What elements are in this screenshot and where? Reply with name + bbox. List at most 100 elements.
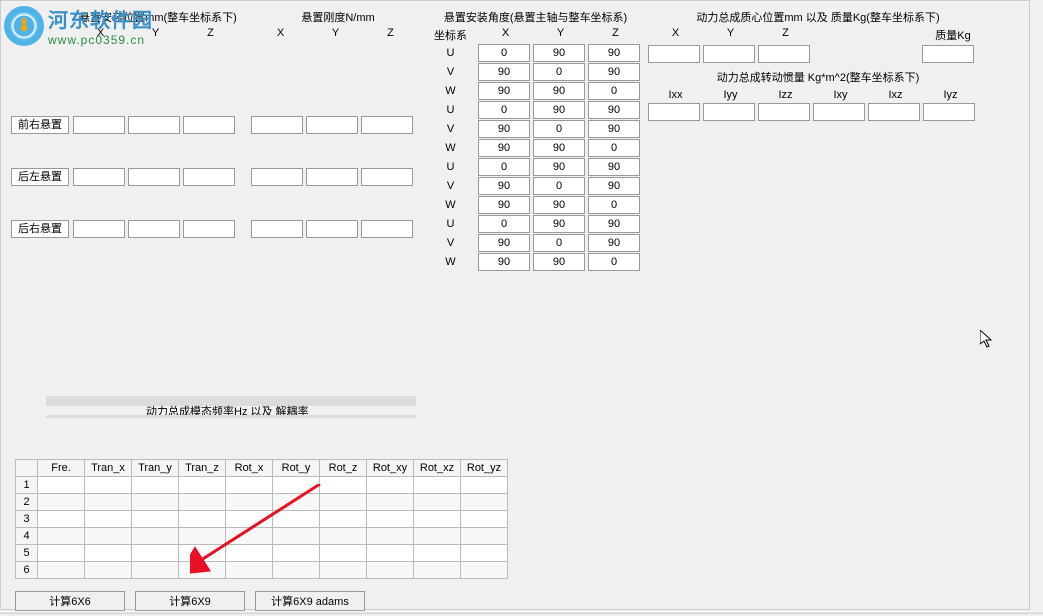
cell[interactable] xyxy=(226,545,273,562)
cell[interactable] xyxy=(38,562,85,579)
uvw-9-2[interactable] xyxy=(588,215,640,233)
cell[interactable] xyxy=(132,494,179,511)
mount-2-pos-x[interactable] xyxy=(73,168,125,186)
uvw-4-0[interactable] xyxy=(478,120,530,138)
cell[interactable] xyxy=(414,511,461,528)
mass-val[interactable] xyxy=(922,45,974,63)
cell[interactable] xyxy=(461,477,508,494)
uvw-5-1[interactable] xyxy=(533,139,585,157)
cell[interactable] xyxy=(320,562,367,579)
cell[interactable] xyxy=(226,494,273,511)
cell[interactable] xyxy=(179,511,226,528)
uvw-3-0[interactable] xyxy=(478,101,530,119)
uvw-8-1[interactable] xyxy=(533,196,585,214)
uvw-1-2[interactable] xyxy=(588,63,640,81)
cell[interactable] xyxy=(226,528,273,545)
mount-2-pos-y[interactable] xyxy=(128,168,180,186)
calc-6x6-button[interactable]: 计算6X6 xyxy=(15,591,125,611)
cell[interactable] xyxy=(38,545,85,562)
mount-1-stf-x[interactable] xyxy=(251,116,303,134)
cell[interactable] xyxy=(461,545,508,562)
cell[interactable] xyxy=(273,494,320,511)
cell[interactable] xyxy=(85,562,132,579)
uvw-6-2[interactable] xyxy=(588,158,640,176)
mount-1-stf-z[interactable] xyxy=(361,116,413,134)
uvw-10-2[interactable] xyxy=(588,234,640,252)
cell[interactable] xyxy=(38,528,85,545)
uvw-8-2[interactable] xyxy=(588,196,640,214)
ixz[interactable] xyxy=(868,103,920,121)
cell[interactable] xyxy=(132,511,179,528)
mount-2-pos-z[interactable] xyxy=(183,168,235,186)
cell[interactable] xyxy=(367,545,414,562)
cell[interactable] xyxy=(273,545,320,562)
cell[interactable] xyxy=(38,477,85,494)
cell[interactable] xyxy=(226,562,273,579)
cell[interactable] xyxy=(414,545,461,562)
uvw-2-0[interactable] xyxy=(478,82,530,100)
col-tran_y[interactable]: Tran_y xyxy=(132,460,179,477)
cell[interactable] xyxy=(179,494,226,511)
uvw-9-1[interactable] xyxy=(533,215,585,233)
uvw-0-0[interactable] xyxy=(478,44,530,62)
cell[interactable] xyxy=(85,545,132,562)
uvw-7-0[interactable] xyxy=(478,177,530,195)
uvw-0-1[interactable] xyxy=(533,44,585,62)
cell[interactable] xyxy=(273,528,320,545)
ixy[interactable] xyxy=(813,103,865,121)
cell[interactable] xyxy=(367,477,414,494)
cell[interactable] xyxy=(38,511,85,528)
cell[interactable] xyxy=(320,477,367,494)
cell[interactable] xyxy=(367,562,414,579)
uvw-10-1[interactable] xyxy=(533,234,585,252)
uvw-0-2[interactable] xyxy=(588,44,640,62)
uvw-11-0[interactable] xyxy=(478,253,530,271)
uvw-7-1[interactable] xyxy=(533,177,585,195)
uvw-7-2[interactable] xyxy=(588,177,640,195)
uvw-11-1[interactable] xyxy=(533,253,585,271)
cell[interactable] xyxy=(414,494,461,511)
mount-1-stf-y[interactable] xyxy=(306,116,358,134)
table-row[interactable]: 4 xyxy=(16,528,508,545)
cell[interactable] xyxy=(226,477,273,494)
cell[interactable] xyxy=(179,477,226,494)
cell[interactable] xyxy=(179,528,226,545)
uvw-8-0[interactable] xyxy=(478,196,530,214)
cg-x[interactable] xyxy=(648,45,700,63)
uvw-5-0[interactable] xyxy=(478,139,530,157)
cell[interactable] xyxy=(226,511,273,528)
mount-3-pos-x[interactable] xyxy=(73,220,125,238)
uvw-1-0[interactable] xyxy=(478,63,530,81)
col-fre.[interactable]: Fre. xyxy=(38,460,85,477)
mount-3-pos-z[interactable] xyxy=(183,220,235,238)
cell[interactable] xyxy=(320,511,367,528)
mount-2-stf-y[interactable] xyxy=(306,168,358,186)
cell[interactable] xyxy=(367,528,414,545)
uvw-2-1[interactable] xyxy=(533,82,585,100)
calc-6x9-adams-button[interactable]: 计算6X9 adams xyxy=(255,591,365,611)
mount-3-stf-y[interactable] xyxy=(306,220,358,238)
uvw-1-1[interactable] xyxy=(533,63,585,81)
cell[interactable] xyxy=(414,562,461,579)
col-rot_z[interactable]: Rot_z xyxy=(320,460,367,477)
iyy[interactable] xyxy=(703,103,755,121)
col-rot_x[interactable]: Rot_x xyxy=(226,460,273,477)
mount-3-stf-x[interactable] xyxy=(251,220,303,238)
table-row[interactable]: 2 xyxy=(16,494,508,511)
table-row[interactable]: 6 xyxy=(16,562,508,579)
cell[interactable] xyxy=(461,562,508,579)
cell[interactable] xyxy=(85,477,132,494)
col-tran_z[interactable]: Tran_z xyxy=(179,460,226,477)
cell[interactable] xyxy=(461,528,508,545)
uvw-5-2[interactable] xyxy=(588,139,640,157)
iyz[interactable] xyxy=(923,103,975,121)
cell[interactable] xyxy=(132,562,179,579)
cell[interactable] xyxy=(38,494,85,511)
uvw-4-1[interactable] xyxy=(533,120,585,138)
izz[interactable] xyxy=(758,103,810,121)
cell[interactable] xyxy=(85,528,132,545)
cell[interactable] xyxy=(414,477,461,494)
col-tran_x[interactable]: Tran_x xyxy=(85,460,132,477)
cell[interactable] xyxy=(320,545,367,562)
mount-3-stf-z[interactable] xyxy=(361,220,413,238)
